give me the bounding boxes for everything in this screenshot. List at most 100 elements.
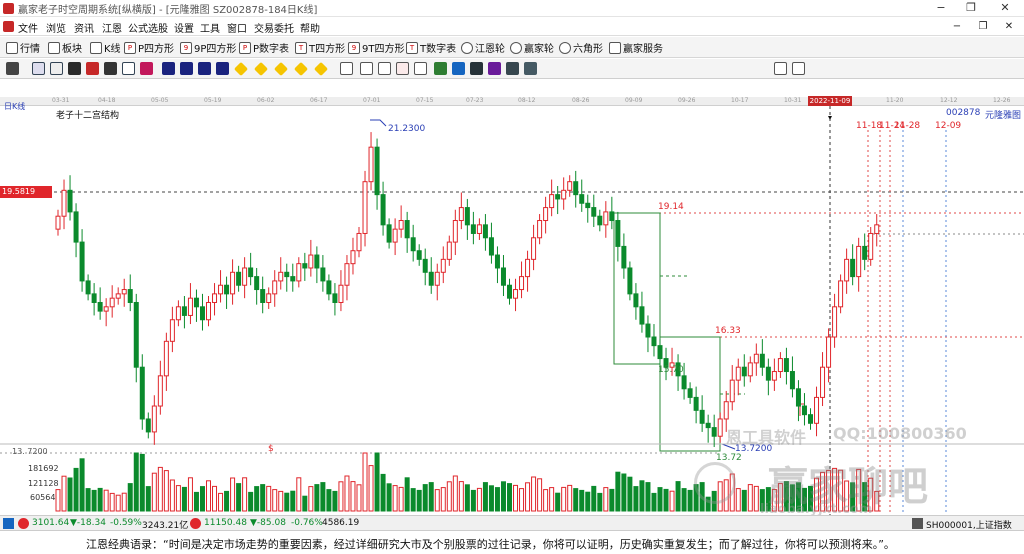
print-tool-icon[interactable] bbox=[470, 62, 483, 75]
menu-gann[interactable]: 江恩 bbox=[102, 20, 122, 35]
diamond-tool-2-icon[interactable] bbox=[253, 61, 269, 77]
kline-chart[interactable]: 日K线 老子十二宫结构 002878 元隆雅图 19.5819 21.2300 … bbox=[0, 102, 1024, 517]
candle-body bbox=[639, 306, 645, 325]
volume-bar bbox=[272, 489, 278, 512]
menu-window[interactable]: 窗口 bbox=[227, 20, 247, 35]
date-tick: 07-23 bbox=[466, 97, 484, 104]
cross-tool-icon[interactable] bbox=[360, 62, 373, 75]
text-tool-icon[interactable] bbox=[396, 62, 409, 75]
candle-body bbox=[838, 280, 844, 308]
candle-body bbox=[814, 396, 820, 424]
percent-tool-icon[interactable] bbox=[414, 62, 427, 75]
gann-wheel-button[interactable]: 江恩轮 bbox=[461, 40, 505, 55]
winner-wheel-button[interactable]: 赢家轮 bbox=[510, 40, 554, 55]
current-date-marker[interactable]: 2022-11-09 bbox=[808, 96, 852, 106]
candle-body bbox=[832, 306, 838, 338]
p-number-button[interactable]: P P数字表 bbox=[239, 40, 289, 55]
link-tool-icon[interactable] bbox=[506, 62, 519, 75]
9p-square-button[interactable]: 9 9P四方形 bbox=[180, 40, 236, 55]
candle-body bbox=[633, 293, 639, 308]
9t-square-button[interactable]: 9 9T四方形 bbox=[348, 40, 404, 55]
diamond-tool-4-icon[interactable] bbox=[293, 61, 309, 77]
number-tool-icon[interactable] bbox=[122, 62, 135, 75]
candle-body bbox=[482, 224, 488, 239]
volume-bar bbox=[440, 487, 446, 512]
volume-tick: 60564 bbox=[30, 493, 56, 502]
p-square-button[interactable]: P P四方形 bbox=[124, 40, 174, 55]
chart-tool-icon[interactable] bbox=[32, 62, 45, 75]
last-bar-icon[interactable] bbox=[216, 62, 229, 75]
candle-body bbox=[627, 267, 633, 295]
line-tool-icon[interactable] bbox=[104, 62, 117, 75]
index-code[interactable]: SH000001,上证指数 bbox=[926, 518, 1012, 531]
diamond-tool-1-icon[interactable] bbox=[233, 61, 249, 77]
maximize-button[interactable]: ❐ bbox=[956, 0, 986, 16]
quotes-button[interactable]: 行情 bbox=[6, 40, 40, 55]
candle-body bbox=[458, 207, 464, 222]
t-number-button[interactable]: T T数字表 bbox=[406, 40, 456, 55]
candle-body bbox=[820, 366, 826, 398]
infinity-tool-icon[interactable] bbox=[792, 62, 805, 75]
period-tool-icon[interactable] bbox=[68, 62, 81, 75]
trend-tool-icon[interactable] bbox=[378, 62, 391, 75]
volume-bar bbox=[747, 484, 753, 512]
sh-index-value: 3101.64 bbox=[32, 518, 70, 528]
diamond-tool-5-icon[interactable] bbox=[313, 61, 329, 77]
redbar-tool-icon[interactable] bbox=[86, 62, 99, 75]
next-bar-icon[interactable] bbox=[198, 62, 211, 75]
menu-settings[interactable]: 设置 bbox=[174, 20, 194, 35]
candle-body bbox=[874, 224, 880, 234]
menu-file[interactable]: 文件 bbox=[18, 20, 38, 35]
date-ruler: 03-31 04-18 05-05 05-19 06-02 06-17 07-0… bbox=[0, 96, 1024, 106]
grid-tool-icon[interactable] bbox=[774, 62, 787, 75]
volume-bar bbox=[753, 485, 759, 512]
t-square-button[interactable]: T T四方形 bbox=[295, 40, 345, 55]
volume-bar bbox=[67, 477, 73, 512]
mdi-minimize-button[interactable]: − bbox=[946, 19, 968, 35]
period-label[interactable]: 日K线 bbox=[4, 101, 25, 112]
menu-help[interactable]: 帮助 bbox=[300, 20, 320, 35]
hand-tool-icon[interactable] bbox=[340, 62, 353, 75]
volume-bar bbox=[79, 458, 85, 512]
volume-bar bbox=[392, 485, 398, 512]
winner-service-button[interactable]: 赢家服务 bbox=[609, 40, 663, 55]
minimize-button[interactable]: − bbox=[926, 0, 956, 16]
settings-tool-icon[interactable] bbox=[524, 62, 537, 75]
window-title: 赢家老子时空周期系统[纵横版] - [元隆雅图 SZ002878-184日K线] bbox=[18, 5, 318, 16]
prev-bar-icon[interactable] bbox=[180, 62, 193, 75]
sector-button[interactable]: 板块 bbox=[48, 40, 82, 55]
index-select-icon[interactable] bbox=[912, 518, 923, 529]
volume-bar bbox=[639, 480, 645, 512]
window-tool-icon[interactable] bbox=[434, 62, 447, 75]
candle-body bbox=[507, 284, 512, 299]
diamond-tool-3-icon[interactable] bbox=[273, 61, 289, 77]
export-tool-icon[interactable] bbox=[488, 62, 501, 75]
volume-bar bbox=[434, 489, 440, 512]
menu-news[interactable]: 资讯 bbox=[74, 20, 94, 35]
flag-tool-icon[interactable] bbox=[140, 62, 153, 75]
ticker-menu-icon[interactable] bbox=[3, 518, 14, 529]
menu-formula[interactable]: 公式选股 bbox=[128, 20, 168, 35]
mdi-restore-button[interactable]: ❐ bbox=[972, 19, 994, 35]
candle-body bbox=[531, 237, 537, 260]
date-tick: 05-05 bbox=[151, 97, 169, 104]
indicator-title: 老子十二宫结构 bbox=[56, 111, 120, 121]
menu-trade[interactable]: 交易委托 bbox=[254, 20, 294, 35]
candle-body bbox=[398, 220, 404, 230]
menu-browse[interactable]: 浏览 bbox=[46, 20, 66, 35]
hexagon-button[interactable]: 六角形 bbox=[559, 40, 603, 55]
mdi-close-button[interactable]: ✕ bbox=[998, 19, 1020, 35]
candle-body bbox=[765, 366, 771, 381]
volume-bar bbox=[302, 495, 308, 512]
candle-body bbox=[826, 336, 832, 368]
volume-bar bbox=[458, 481, 464, 512]
close-button[interactable]: ✕ bbox=[990, 0, 1020, 16]
first-bar-icon[interactable] bbox=[162, 62, 175, 75]
kline-button[interactable]: K线 bbox=[90, 40, 121, 55]
candle-body bbox=[561, 189, 567, 200]
cursor-tool-icon[interactable] bbox=[6, 62, 19, 75]
menu-tools[interactable]: 工具 bbox=[200, 20, 220, 35]
candle-body bbox=[296, 263, 302, 282]
table-tool-icon[interactable] bbox=[50, 62, 63, 75]
save-tool-icon[interactable] bbox=[452, 62, 465, 75]
